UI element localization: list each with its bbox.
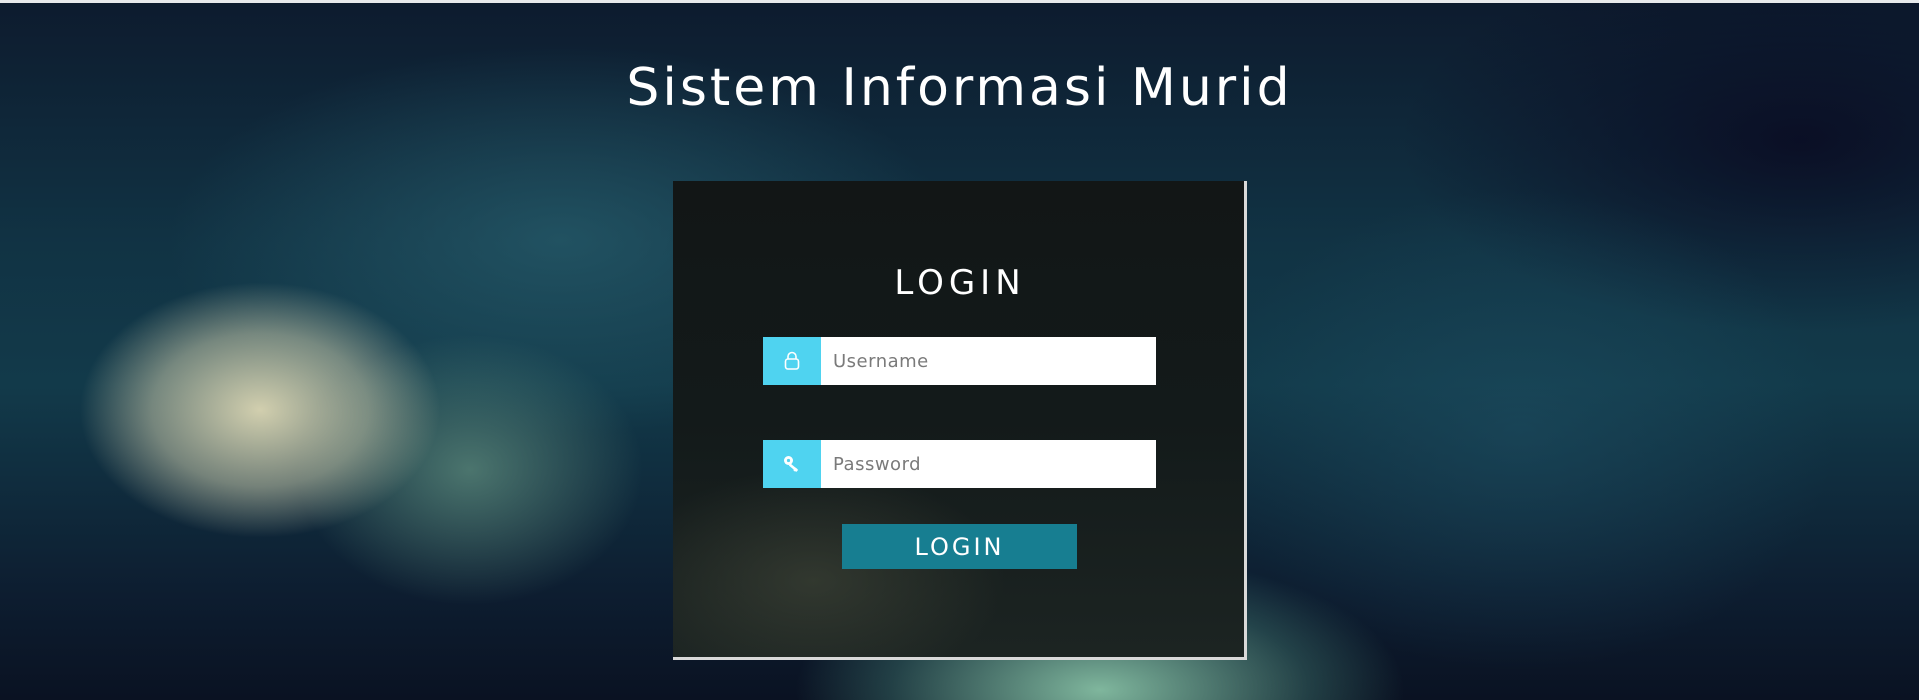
login-heading: LOGIN [894, 263, 1026, 303]
login-panel: LOGIN LOGIN [673, 181, 1247, 660]
user-icon [763, 337, 821, 385]
username-input[interactable] [821, 337, 1156, 385]
login-button[interactable]: LOGIN [842, 524, 1077, 569]
top-border [0, 0, 1919, 3]
password-input[interactable] [821, 440, 1156, 488]
key-icon [763, 440, 821, 488]
password-field-group [763, 440, 1156, 488]
page-title: Sistem Informasi Murid [626, 58, 1293, 118]
username-field-group [763, 337, 1156, 385]
